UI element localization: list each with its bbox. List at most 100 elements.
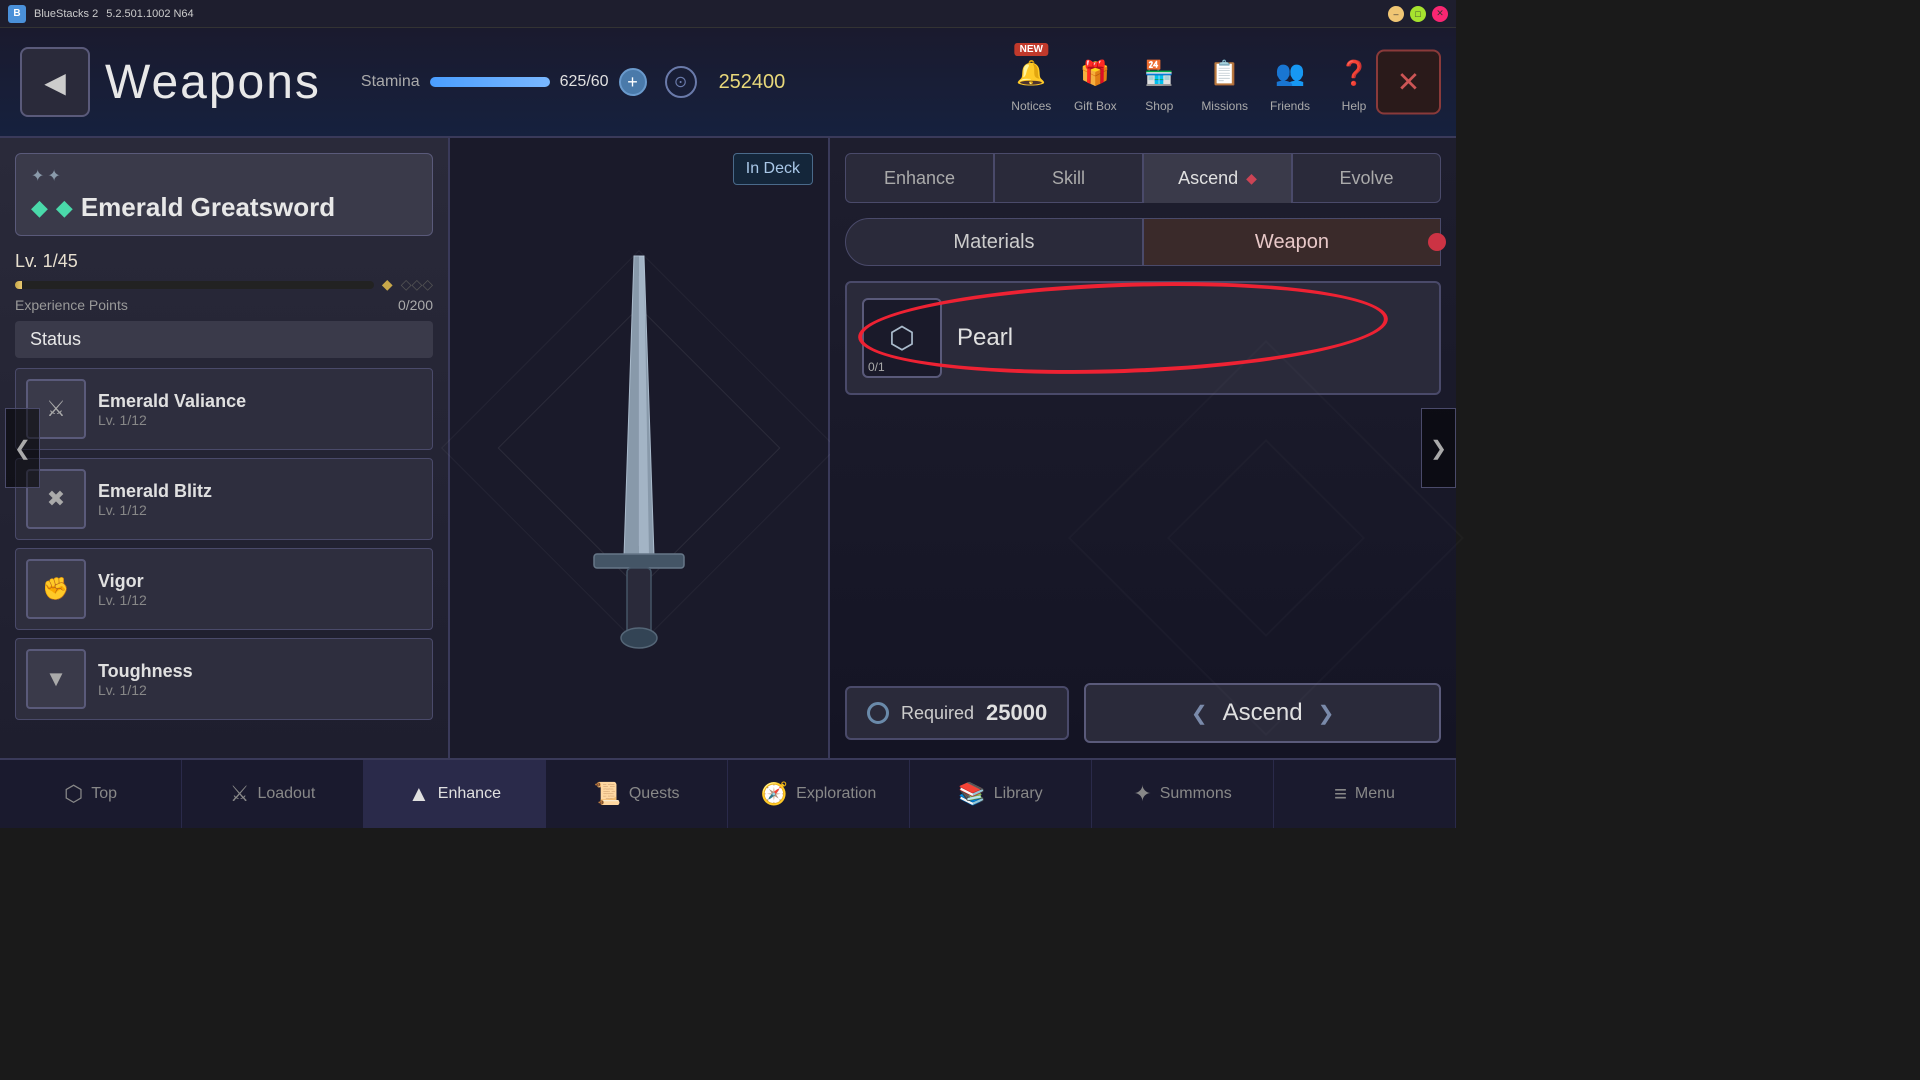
back-button[interactable]: ◀ [20, 47, 90, 117]
currency-value: 252400 [719, 71, 786, 94]
right-panel: Enhance Skill Ascend ◆ Evolve Materials … [830, 138, 1456, 758]
title-bar-controls: – □ ✕ [1388, 6, 1448, 22]
bottom-nav-summons[interactable]: ✦ Summons [1092, 760, 1274, 828]
quests-nav-icon: 📜 [593, 781, 620, 807]
status-header: Status [15, 321, 433, 358]
skill-emerald-blitz[interactable]: ✖ Emerald Blitz Lv. 1/12 [15, 458, 433, 540]
stamina-value: 625/60 [560, 73, 609, 91]
required-label: Required [901, 703, 974, 724]
top-nav-label: Top [91, 785, 117, 803]
right-chevron-icon: ❯ [1430, 436, 1447, 461]
star-2-icon: ✦ [47, 166, 60, 186]
weapon-level-section: Lv. 1/45 ◆ ◇◇◇ Experience Points 0/200 [15, 251, 433, 313]
status-label: Status [30, 329, 81, 349]
summons-nav-label: Summons [1160, 785, 1232, 803]
tab-evolve[interactable]: Evolve [1292, 153, 1441, 203]
nav-shop[interactable]: 🏪 Shop [1137, 51, 1181, 113]
summons-nav-icon: ✦ [1133, 781, 1151, 807]
stamina-label: Stamina [361, 73, 420, 91]
ascend-right-arrow-icon: ❯ [1318, 701, 1335, 726]
title-bar: B BlueStacks 2 5.2.501.1002 N64 – □ ✕ [0, 0, 1456, 28]
toughness-name: Toughness [98, 661, 193, 682]
friends-label: Friends [1270, 99, 1310, 113]
tab-enhance[interactable]: Enhance [845, 153, 994, 203]
pearl-icon-box: ⬡ 0/1 [862, 298, 942, 378]
vigor-icon: ✊ [26, 559, 86, 619]
emerald-valiance-name: Emerald Valiance [98, 391, 246, 412]
bottom-nav-top[interactable]: ⬡ Top [0, 760, 182, 828]
target-icon[interactable]: ⊙ [665, 66, 697, 98]
stamina-bar-fill [430, 77, 550, 87]
header: ◀ Weapons Stamina 625/60 + ⊙ 252400 🔔 NE… [0, 28, 1456, 138]
weapon-name: Emerald Greatsword [81, 192, 335, 223]
toughness-icon: ▼ [26, 649, 86, 709]
stamina-bar [430, 77, 550, 87]
tab-skill[interactable]: Skill [994, 153, 1143, 203]
notices-icon: 🔔 [1016, 59, 1046, 88]
weapon-gem1-icon: ◆ [31, 195, 48, 221]
weapon-stars: ✦ ✦ [31, 166, 417, 186]
giftbox-icon-box: 🎁 [1073, 51, 1117, 95]
sub-tab-materials[interactable]: Materials [845, 218, 1143, 266]
friends-icon-box: 👥 [1268, 51, 1312, 95]
nav-friends[interactable]: 👥 Friends [1268, 51, 1312, 113]
in-deck-badge: In Deck [733, 153, 813, 185]
bottom-nav-menu[interactable]: ≡ Menu [1274, 760, 1456, 828]
nav-missions[interactable]: 📋 Missions [1201, 51, 1248, 113]
help-icon-box: ❓ [1332, 51, 1376, 95]
nav-notices[interactable]: 🔔 NEW Notices [1009, 51, 1053, 113]
shop-label: Shop [1145, 99, 1173, 113]
weapon-header: ✦ ✦ ◆ ◆ Emerald Greatsword [15, 153, 433, 236]
stamina-section: Stamina 625/60 + ⊙ 252400 [361, 66, 785, 98]
bottom-action-row: Required 25000 ❮ Ascend ❯ [845, 668, 1441, 743]
vigor-level: Lv. 1/12 [98, 592, 147, 608]
vigor-name: Vigor [98, 571, 147, 592]
notices-label: Notices [1011, 99, 1051, 113]
ascend-left-arrow-icon: ❮ [1191, 701, 1208, 726]
level-bar-fill [15, 281, 22, 289]
weapon-image [539, 236, 739, 661]
sub-tab-row: Materials Weapon [845, 218, 1441, 266]
shop-icon-box: 🏪 [1137, 51, 1181, 95]
notices-icon-box: 🔔 NEW [1009, 51, 1053, 95]
giftbox-label: Gift Box [1074, 99, 1117, 113]
pearl-item[interactable]: ⬡ 0/1 Pearl [845, 281, 1441, 395]
sub-tab-weapon[interactable]: Weapon [1143, 218, 1441, 266]
nav-arrow-left[interactable]: ❮ [5, 408, 40, 488]
nav-arrow-right[interactable]: ❯ [1421, 408, 1456, 488]
missions-icon-box: 📋 [1203, 51, 1247, 95]
emerald-valiance-level: Lv. 1/12 [98, 412, 246, 428]
bottom-nav-quests[interactable]: 📜 Quests [546, 760, 728, 828]
close-x-icon: ✕ [1397, 66, 1420, 99]
notices-badge: NEW [1015, 43, 1048, 56]
maximize-button[interactable]: □ [1410, 6, 1426, 22]
library-nav-label: Library [994, 785, 1043, 803]
bottom-nav-exploration[interactable]: 🧭 Exploration [728, 760, 910, 828]
missions-icon: 📋 [1210, 59, 1240, 88]
bottom-nav-enhance[interactable]: ▲ Enhance [364, 760, 546, 828]
minimize-button[interactable]: – [1388, 6, 1404, 22]
stamina-plus-button[interactable]: + [619, 68, 647, 96]
bottom-nav-loadout[interactable]: ⚔ Loadout [182, 760, 364, 828]
toughness-level: Lv. 1/12 [98, 682, 193, 698]
tab-ascend[interactable]: Ascend ◆ [1143, 153, 1292, 203]
skill-vigor[interactable]: ✊ Vigor Lv. 1/12 [15, 548, 433, 630]
help-label: Help [1342, 99, 1367, 113]
emerald-blitz-level: Lv. 1/12 [98, 502, 212, 518]
exp-value: 0/200 [398, 297, 433, 313]
bottom-nav-library[interactable]: 📚 Library [910, 760, 1092, 828]
quests-nav-label: Quests [629, 785, 680, 803]
skill-toughness[interactable]: ▼ Toughness Lv. 1/12 [15, 638, 433, 720]
exp-label: Experience Points [15, 297, 128, 313]
nav-giftbox[interactable]: 🎁 Gift Box [1073, 51, 1117, 113]
weapon-gem2-icon: ◆ [56, 195, 73, 221]
app-title: BlueStacks 2 [34, 8, 98, 20]
close-window-button[interactable]: ✕ [1432, 6, 1448, 22]
left-panel: ✦ ✦ ◆ ◆ Emerald Greatsword Lv. 1/45 [0, 138, 450, 758]
pearl-name: Pearl [957, 324, 1013, 352]
close-game-button[interactable]: ✕ [1376, 50, 1441, 115]
nav-help[interactable]: ❓ Help [1332, 51, 1376, 113]
required-value: 25000 [986, 700, 1047, 726]
pearl-icon: ⬡ [889, 321, 915, 356]
skill-emerald-valiance[interactable]: ⚔ Emerald Valiance Lv. 1/12 [15, 368, 433, 450]
